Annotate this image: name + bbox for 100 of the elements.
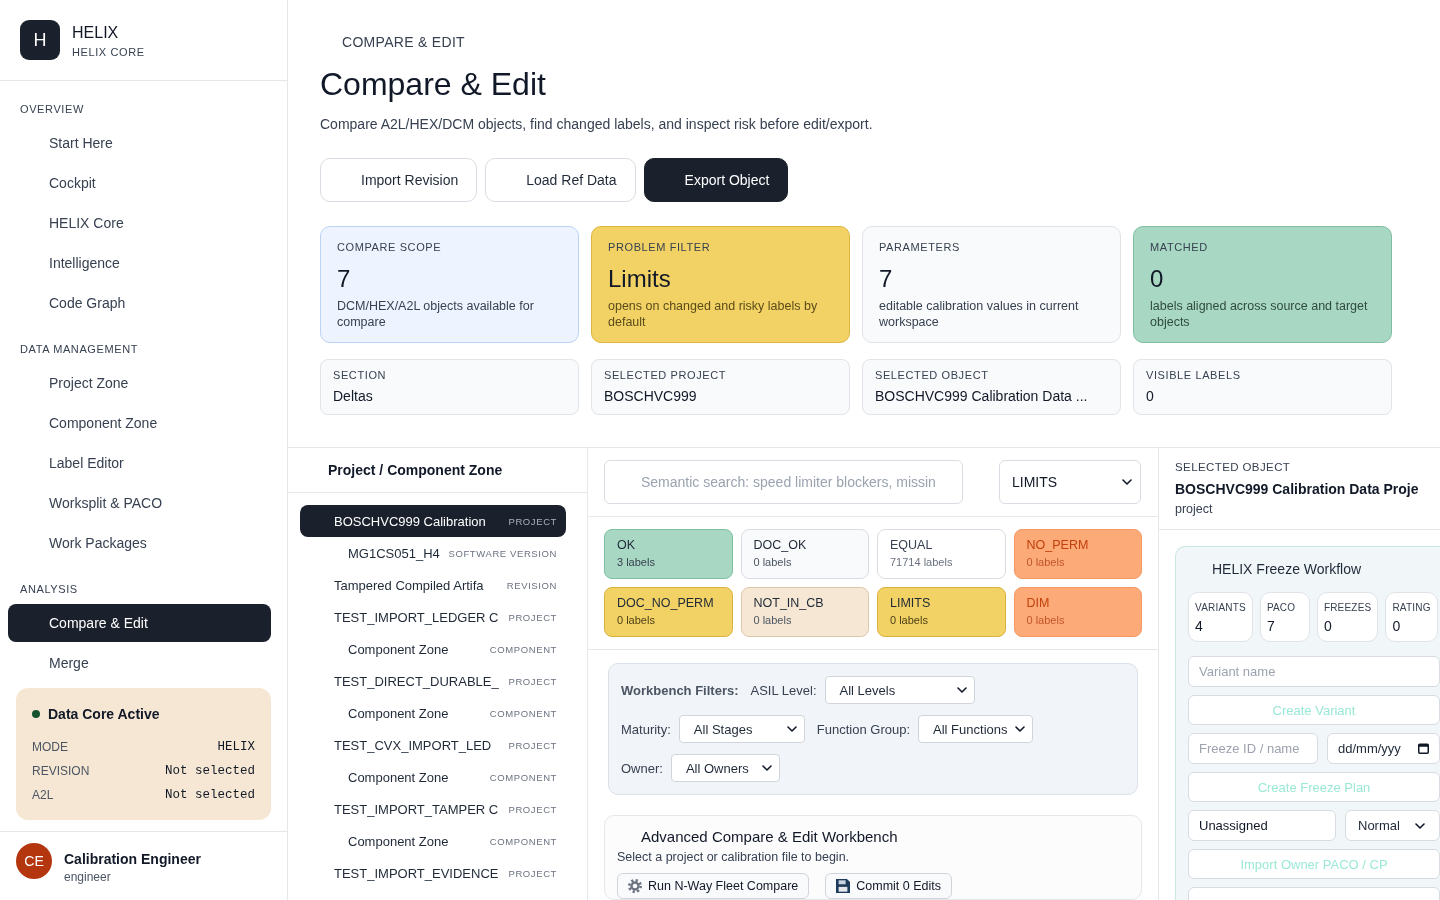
tree-item[interactable]: Tampered Compiled Artifa REVISION (300, 569, 566, 601)
filter-label: Owner: (621, 760, 663, 776)
metric-label: RATING (1392, 601, 1431, 614)
brand-subtitle: HELIX CORE (72, 45, 145, 59)
tree-item[interactable]: TEST_IMPORT_TAMPER C PROJECT (300, 793, 566, 825)
filter-select[interactable]: All Functions (918, 715, 1034, 743)
status-key: REVISION (32, 764, 90, 778)
type-tag: REVISION (500, 579, 557, 591)
stat-description: editable calibration values in current workspace (879, 298, 1080, 330)
page-title: Compare & Edit (320, 65, 546, 104)
date-field[interactable]: dd/mm/yyy (1327, 733, 1440, 764)
brand-logo: H (20, 20, 60, 60)
action-button[interactable]: Import Revision (320, 158, 478, 202)
status-title: Data Core Active (48, 705, 160, 723)
filter-label: ASIL Level: (750, 682, 817, 698)
object-type: project (1175, 501, 1213, 517)
type-tag: PROJECT (502, 867, 557, 879)
status-value: Not selected (165, 764, 255, 778)
metric-value: 0 (1392, 617, 1401, 635)
nav-section-label: DATA MANAGEMENT (19, 342, 138, 356)
info-label: VISIBLE LABELS (1146, 368, 1241, 382)
tree-item[interactable]: BOSCHVC999 Calibration PROJECT (300, 505, 566, 537)
status-chip[interactable]: DOC_OK 0 labels (740, 529, 869, 579)
info-label: SELECTED PROJECT (604, 368, 727, 382)
info-label: SELECTED OBJECT (875, 368, 989, 382)
nav-item[interactable]: Merge (8, 644, 271, 682)
type-tag: PROJECT (502, 675, 557, 687)
user-avatar: CE (16, 843, 52, 879)
search-field[interactable]: Semantic search: speed limiter blockers, missin (604, 460, 963, 504)
filter-select[interactable]: LIMITS (999, 460, 1141, 504)
metric-label: PACO (1266, 601, 1296, 614)
stat-value: 7 (879, 264, 893, 294)
brand-name: HELIX (72, 23, 120, 43)
page-description: Compare A2L/HEX/DCM objects, find changed labels, and inspect risk before edit/export. (320, 115, 873, 134)
dropdown-select[interactable]: Normal (1345, 810, 1440, 841)
calendar-icon (1418, 743, 1429, 754)
workbench-button[interactable]: Run N-Way Fleet Compare (617, 873, 810, 899)
panel-title: Project / Component Zone (328, 462, 503, 478)
nav-item[interactable]: Compare & Edit (8, 604, 271, 642)
status-key: A2L (32, 788, 54, 802)
user-role: engineer (64, 869, 112, 885)
status-value: HELIX (217, 740, 255, 754)
stat-value: 7 (337, 264, 351, 294)
tree-item[interactable]: TEST_IMPORT_LEDGER C PROJECT (300, 601, 566, 633)
nav-section-label: ANALYSIS (19, 582, 78, 596)
status-chip[interactable]: DOC_NO_PERM 0 labels (604, 587, 733, 637)
detail-label: SELECTED OBJECT (1175, 460, 1291, 474)
object-name: BOSCHVC999 Calibration Data Proje (1175, 480, 1419, 498)
type-tag: COMPONENT (483, 771, 557, 783)
text-field[interactable]: Freeze ID / name (1188, 733, 1318, 764)
filter-select[interactable]: All Stages (678, 715, 805, 743)
type-tag: SOFTWARE VERSION (442, 547, 557, 559)
filters-title: Workbench Filters: (621, 682, 739, 698)
stat-description: opens on changed and risky labels by default (608, 298, 819, 330)
user-name: Calibration Engineer (64, 850, 201, 868)
tree-item[interactable]: Component Zone COMPONENT (300, 633, 566, 665)
action-button[interactable]: Load Ref Data (485, 158, 636, 202)
tree-item[interactable]: TEST_IMPORT_EVIDENCE PROJECT (300, 857, 566, 889)
tree-item[interactable]: Component Zone COMPONENT (300, 761, 566, 793)
text-field[interactable]: Variant name (1188, 656, 1440, 687)
tree-item[interactable]: Component Zone COMPONENT (300, 825, 566, 857)
nav-item[interactable]: Work Packages (8, 524, 271, 562)
tree-item[interactable]: Component Zone COMPONENT (300, 697, 566, 729)
filter-select[interactable]: All Owners (670, 754, 780, 782)
status-chip[interactable]: EQUAL 71714 labels (877, 529, 1006, 579)
filter-label: Maturity: (621, 721, 671, 737)
nav-item[interactable]: Start Here (8, 124, 271, 162)
status-chip[interactable]: LIMITS 0 labels (877, 587, 1006, 637)
nav-item[interactable]: Label Editor (8, 444, 271, 482)
type-tag: PROJECT (502, 611, 557, 623)
text-field[interactable]: Unassigned (1188, 810, 1336, 841)
type-tag: COMPONENT (483, 707, 557, 719)
nav-item[interactable]: Intelligence (8, 244, 271, 282)
nav-item[interactable]: Code Graph (8, 284, 271, 322)
chevron-down-icon (1415, 822, 1425, 829)
filter-select[interactable]: All Levels (824, 676, 975, 704)
tree-item[interactable]: MG1CS051_H4 SOFTWARE VERSION (300, 537, 566, 569)
info-value: 0 (1146, 387, 1154, 405)
nav-item[interactable]: Component Zone (8, 404, 271, 442)
status-value: Not selected (165, 788, 255, 802)
filter-label: Function Group: (816, 721, 911, 737)
tree-item[interactable]: TEST_CVX_IMPORT_LED PROJECT (300, 729, 566, 761)
status-chip[interactable]: OK 3 labels (604, 529, 733, 579)
chevron-down-icon (761, 765, 772, 771)
action-button[interactable]: Export Object (643, 158, 789, 202)
gear-icon (628, 879, 642, 893)
workbench-button[interactable]: Commit 0 Edits (825, 873, 953, 899)
metric-label: VARIANTS (1195, 601, 1246, 614)
stat-label: PROBLEM FILTER (608, 240, 711, 254)
info-label: SECTION (333, 368, 387, 382)
breadcrumb: COMPARE & EDIT (341, 33, 465, 52)
chevron-down-icon (786, 726, 797, 732)
nav-item[interactable]: HELIX Core (8, 204, 271, 242)
nav-item[interactable]: Project Zone (8, 364, 271, 402)
status-chip[interactable]: NOT_IN_CB 0 labels (740, 587, 869, 637)
info-value: BOSCHVC999 Calibration Data ... (875, 387, 1088, 405)
nav-item[interactable]: Worksplit & PACO (8, 484, 271, 522)
nav-item[interactable]: Cockpit (8, 164, 271, 202)
type-tag: COMPONENT (483, 643, 557, 655)
tree-item[interactable]: TEST_DIRECT_DURABLE_ PROJECT (300, 665, 566, 697)
